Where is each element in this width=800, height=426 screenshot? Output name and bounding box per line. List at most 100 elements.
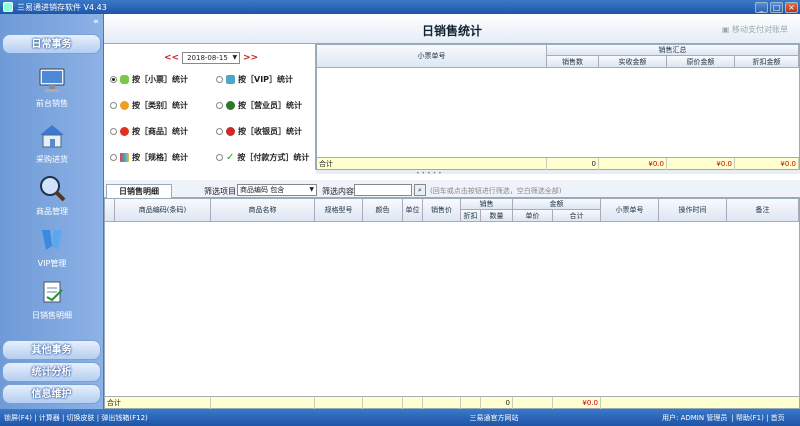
total-empty (403, 397, 423, 409)
status-help[interactable]: | 帮助(F1) | 首页 (731, 413, 784, 423)
date-picker[interactable]: 2018-08-15 ▼ (182, 52, 241, 64)
nav-vip[interactable]: VIP管理 (10, 226, 94, 272)
detail-total-row: 合计 0 ¥0.0 (105, 396, 799, 409)
splitter[interactable]: ••••• (316, 170, 800, 177)
official-site-link[interactable]: 三易通官方网站 (334, 413, 654, 423)
vip-ribbon-icon (38, 226, 66, 254)
col-group-sales-summary: 销售汇总 (547, 45, 799, 56)
option-by-product[interactable]: 按［商品］统计 (110, 126, 188, 137)
sidebar: « 日常事务 前台销售 采购进货 商品管理 VIP管理 日销售明细 其他事务 统… (0, 14, 104, 409)
total-received: ¥0.0 (599, 158, 667, 170)
radio-button[interactable] (216, 102, 223, 109)
nav-products-label: 商品管理 (36, 207, 68, 216)
col-ticket-number[interactable]: 小票单号 (317, 45, 547, 68)
col-unit[interactable]: 单位 (403, 199, 423, 222)
mobile-pay-button[interactable]: ▣ 移动支付对账单 (722, 24, 788, 35)
maximize-button[interactable]: □ (770, 1, 783, 13)
detail-toolbar: 日销售明细 筛选项目: 商品编码 包含 ▼ 筛选内容: ⌕ (回车或点击按钮进行筛… (104, 180, 800, 198)
nav-purchase[interactable]: 采购进货 (10, 122, 94, 168)
page-header: 日销售统计 ▣ 移动支付对账单 (104, 14, 800, 44)
chevron-down-icon: ▼ (309, 186, 314, 193)
option-by-category[interactable]: 按［类别］统计 (110, 100, 188, 111)
option-by-salesperson[interactable]: 按［营业员］统计 (216, 100, 302, 111)
summary-total-row: 合计 0 ¥0.0 ¥0.0 ¥0.0 (317, 157, 799, 170)
radio-button[interactable] (216, 154, 223, 161)
option-by-spec[interactable]: 按［规格］统计 (110, 152, 188, 163)
card-icon: ▣ (721, 25, 732, 34)
col-group-amount: 金额 (513, 199, 601, 210)
col-spec[interactable]: 规格型号 (315, 199, 363, 222)
search-icon: ⌕ (418, 186, 422, 194)
col-discount[interactable]: 折扣 (461, 210, 481, 222)
status-bar: 锁屏(F4) | 计算器 | 切换皮肤 | 弹出钱箱(F12) 三易通官方网站 … (0, 409, 800, 426)
nav-front-sales[interactable]: 前台销售 (10, 66, 94, 112)
col-sales-qty[interactable]: 销售数 (547, 56, 599, 68)
house-icon (38, 122, 66, 150)
filter-content-input[interactable] (354, 184, 412, 196)
bar-chart-icon (120, 153, 129, 162)
nav-daily-detail[interactable]: 日销售明细 (10, 278, 94, 324)
col-operation-time[interactable]: 操作时间 (659, 199, 727, 222)
group-statistics[interactable]: 统计分析 (2, 362, 101, 382)
total-quantity: 0 (481, 397, 513, 409)
nav-products[interactable]: 商品管理 (10, 174, 94, 220)
col-group-sales: 销售 (461, 199, 513, 210)
title-bar: 三易通进销存软件 V4.43 _ □ × (0, 0, 800, 14)
radio-button[interactable] (110, 128, 117, 135)
option-label: 按［商品］统计 (132, 127, 188, 136)
col-total[interactable]: 合计 (553, 210, 601, 222)
col-sale-price[interactable]: 销售价 (423, 199, 461, 222)
option-by-ticket[interactable]: 按［小票］统计 (110, 74, 188, 85)
prev-day-button[interactable]: << (164, 53, 179, 63)
mobile-pay-label: 移动支付对账单 (732, 25, 788, 34)
chevron-down-icon: ▼ (232, 54, 238, 61)
radio-button[interactable] (110, 154, 117, 161)
group-other-tasks[interactable]: 其他事务 (2, 340, 101, 360)
radio-button[interactable] (110, 102, 117, 109)
orange-ball-icon (120, 101, 129, 110)
radio-button[interactable] (216, 76, 223, 83)
leaf-icon (120, 75, 129, 84)
col-note[interactable]: 备注 (727, 199, 799, 222)
option-by-cashier[interactable]: 按［收银员］统计 (216, 126, 302, 137)
tab-daily-detail[interactable]: 日销售明细 (106, 184, 172, 198)
total-label: 合计 (317, 158, 547, 170)
group-daily-tasks[interactable]: 日常事务 (2, 34, 101, 54)
nav-daily-detail-label: 日销售明细 (32, 311, 72, 320)
option-by-payment[interactable]: ✓ 按［付款方式］统计 (216, 152, 309, 163)
filter-content-label: 筛选内容: (322, 187, 357, 196)
col-received-amount[interactable]: 实收金额 (599, 56, 667, 68)
col-original-amount[interactable]: 原价金额 (667, 56, 735, 68)
total-discount: ¥0.0 (735, 158, 799, 170)
next-day-button[interactable]: >> (243, 53, 258, 63)
close-button[interactable]: × (785, 1, 798, 13)
status-shortcuts[interactable]: 锁屏(F4) | 计算器 | 切换皮肤 | 弹出钱箱(F12) (4, 413, 334, 423)
col-product-name[interactable]: 商品名称 (211, 199, 315, 222)
col-ticket-number[interactable]: 小票单号 (601, 199, 659, 222)
total-empty (513, 397, 553, 409)
group-info-maintenance[interactable]: 信息维护 (2, 384, 101, 404)
report-icon (38, 278, 66, 306)
col-product-code[interactable]: 商品编码(条码) (115, 199, 211, 222)
col-quantity[interactable]: 数量 (481, 210, 513, 222)
filter-item-select[interactable]: 商品编码 包含 ▼ (237, 184, 317, 196)
collapse-sidebar-icon[interactable]: « (93, 17, 99, 27)
col-unit-price[interactable]: 单价 (513, 210, 553, 222)
option-label: 按［营业员］统计 (238, 101, 302, 110)
total-original: ¥0.0 (667, 158, 735, 170)
page-title: 日销售统计 (421, 24, 482, 38)
radio-button[interactable] (216, 128, 223, 135)
option-label: 按［VIP］统计 (238, 75, 294, 84)
radio-button[interactable] (110, 76, 117, 83)
green-ball-icon (226, 101, 235, 110)
minimize-button[interactable]: _ (755, 1, 768, 13)
nav-front-sales-label: 前台销售 (36, 99, 68, 108)
detail-table: 商品编码(条码) 商品名称 规格型号 颜色 单位 销售价 销售 折扣 数量 金额… (104, 198, 800, 409)
option-by-vip[interactable]: 按［VIP］统计 (216, 74, 293, 85)
total-empty (211, 397, 315, 409)
col-discount-amount[interactable]: 折扣金额 (735, 56, 799, 68)
filter-search-button[interactable]: ⌕ (414, 184, 426, 196)
grip-icon: ••••• (416, 170, 444, 177)
col-color[interactable]: 颜色 (363, 199, 403, 222)
cube-icon (226, 75, 235, 84)
